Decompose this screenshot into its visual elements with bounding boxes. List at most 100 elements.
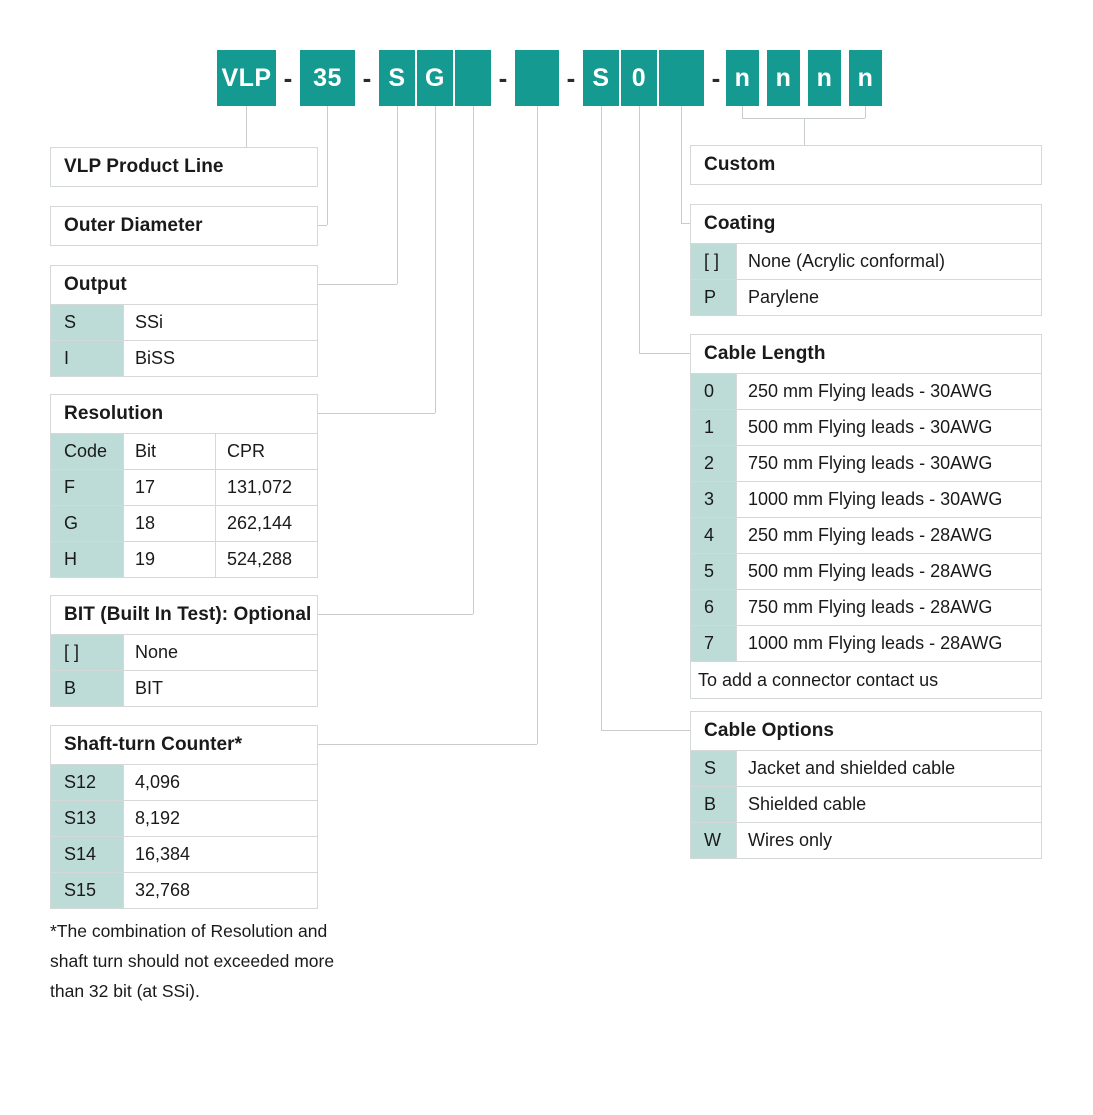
option-code: [ ] <box>51 635 123 670</box>
table-row: VLP Product Line <box>51 148 317 186</box>
option-value: 16,384 <box>123 837 317 872</box>
connector-output <box>318 284 397 285</box>
connector-shaft <box>318 744 537 745</box>
part-number-segment-10[interactable]: S <box>583 50 619 106</box>
connector-coating <box>681 106 682 223</box>
option-value: Parylene <box>736 280 1041 315</box>
part-number-separator: - <box>362 63 372 93</box>
table-cable-length: Cable Length 0 250 mm Flying leads - 30A… <box>690 334 1042 699</box>
connector-output <box>397 106 398 284</box>
table-title: BIT (Built In Test): Optional <box>51 596 317 634</box>
column-header-bit: Bit <box>123 434 215 469</box>
table-coating: Coating [ ] None (Acrylic conformal) P P… <box>690 204 1042 316</box>
table-output: Output S SSi I BiSS <box>50 265 318 377</box>
option-code: H <box>51 542 123 577</box>
option-cpr: 262,144 <box>215 506 317 541</box>
table-row: [ ] None (Acrylic conformal) <box>691 243 1041 279</box>
option-code: I <box>51 341 123 376</box>
table-title-row: Output <box>51 266 317 304</box>
option-value: 4,096 <box>123 765 317 800</box>
part-number-segment-17[interactable]: n <box>849 50 882 106</box>
table-title-row: Coating <box>691 205 1041 243</box>
option-value: 32,768 <box>123 873 317 908</box>
connector-bit <box>318 614 473 615</box>
part-number-segment-15[interactable]: n <box>767 50 800 106</box>
table-title: Resolution <box>51 395 317 433</box>
part-number-separator: - <box>283 63 293 93</box>
option-code: S12 <box>51 765 123 800</box>
connector-shaft <box>537 106 538 744</box>
table-title-row: Cable Options <box>691 712 1041 750</box>
part-number-segment-12[interactable] <box>659 50 704 106</box>
part-number-segment-16[interactable]: n <box>808 50 841 106</box>
part-number-segment-2[interactable]: 35 <box>300 50 355 106</box>
part-number-segment-0[interactable]: VLP <box>217 50 276 106</box>
connector-cable-len <box>639 353 690 354</box>
option-code: B <box>51 671 123 706</box>
part-number-segment-8[interactable] <box>515 50 559 106</box>
option-value: SSi <box>123 305 317 340</box>
connector-cable-opt <box>601 730 690 731</box>
table-title-row: Resolution <box>51 395 317 433</box>
option-code: S <box>51 305 123 340</box>
table-row: Custom <box>691 146 1041 184</box>
table-row: S13 8,192 <box>51 800 317 836</box>
connector-custom <box>804 118 805 145</box>
option-value: 1000 mm Flying leads - 30AWG <box>736 482 1041 517</box>
option-value: 250 mm Flying leads - 30AWG <box>736 374 1041 409</box>
table-footer-row: To add a connector contact us <box>691 661 1041 698</box>
connector-cable-opt <box>601 106 602 730</box>
table-title: Custom <box>691 146 1041 184</box>
option-bit: 18 <box>123 506 215 541</box>
option-code: 4 <box>691 518 736 553</box>
option-value: None <box>123 635 317 670</box>
option-cpr: 524,288 <box>215 542 317 577</box>
table-row: S Jacket and shielded cable <box>691 750 1041 786</box>
table-row: 4 250 mm Flying leads - 28AWG <box>691 517 1041 553</box>
table-title-row: Shaft-turn Counter* <box>51 726 317 764</box>
table-row: 3 1000 mm Flying leads - 30AWG <box>691 481 1041 517</box>
connector-resolution <box>318 413 435 414</box>
footnote-text: *The combination of Resolution and shaft… <box>50 921 335 1001</box>
diagram-canvas: VLP -35- S G - - S 0- n n n n VLP Product Line Oute… <box>0 0 1093 1115</box>
part-number-separator: - <box>498 63 508 93</box>
option-value: Jacket and shielded cable <box>736 751 1041 786</box>
table-row: W Wires only <box>691 822 1041 858</box>
connector-bit <box>473 106 474 614</box>
option-code: S14 <box>51 837 123 872</box>
table-header-row: Code Bit CPR <box>51 433 317 469</box>
table-title: Outer Diameter <box>51 207 317 245</box>
table-title: Cable Options <box>691 712 1041 750</box>
table-row: 1 500 mm Flying leads - 30AWG <box>691 409 1041 445</box>
part-number-segment-5[interactable]: G <box>417 50 453 106</box>
option-value: BiSS <box>123 341 317 376</box>
part-number-segment-4[interactable]: S <box>379 50 415 106</box>
option-code: [ ] <box>691 244 736 279</box>
table-row: S SSi <box>51 304 317 340</box>
part-number-segment-6[interactable] <box>455 50 491 106</box>
table-row: S12 4,096 <box>51 764 317 800</box>
option-value: Shielded cable <box>736 787 1041 822</box>
connector-custom <box>742 106 743 118</box>
table-row: H 19 524,288 <box>51 541 317 577</box>
table-resolution: Resolution Code Bit CPR F 17 131,072 G 1… <box>50 394 318 578</box>
option-value: None (Acrylic conformal) <box>736 244 1041 279</box>
part-number-segment-11[interactable]: 0 <box>621 50 657 106</box>
table-bit-built-in-test: BIT (Built In Test): Optional [ ] None B… <box>50 595 318 707</box>
part-number-segment-14[interactable]: n <box>726 50 759 106</box>
connector-resolution <box>435 106 436 413</box>
option-bit: 19 <box>123 542 215 577</box>
table-cable-options: Cable Options S Jacket and shielded cabl… <box>690 711 1042 859</box>
table-row: G 18 262,144 <box>51 505 317 541</box>
connector-outer-dia <box>318 225 327 226</box>
option-value: 500 mm Flying leads - 28AWG <box>736 554 1041 589</box>
table-row: I BiSS <box>51 340 317 376</box>
table-title: Output <box>51 266 317 304</box>
option-code: F <box>51 470 123 505</box>
option-cpr: 131,072 <box>215 470 317 505</box>
connector-coating <box>681 223 690 224</box>
table-title-row: Cable Length <box>691 335 1041 373</box>
table-title: Shaft-turn Counter* <box>51 726 317 764</box>
table-row: 5 500 mm Flying leads - 28AWG <box>691 553 1041 589</box>
option-code: 7 <box>691 626 736 661</box>
